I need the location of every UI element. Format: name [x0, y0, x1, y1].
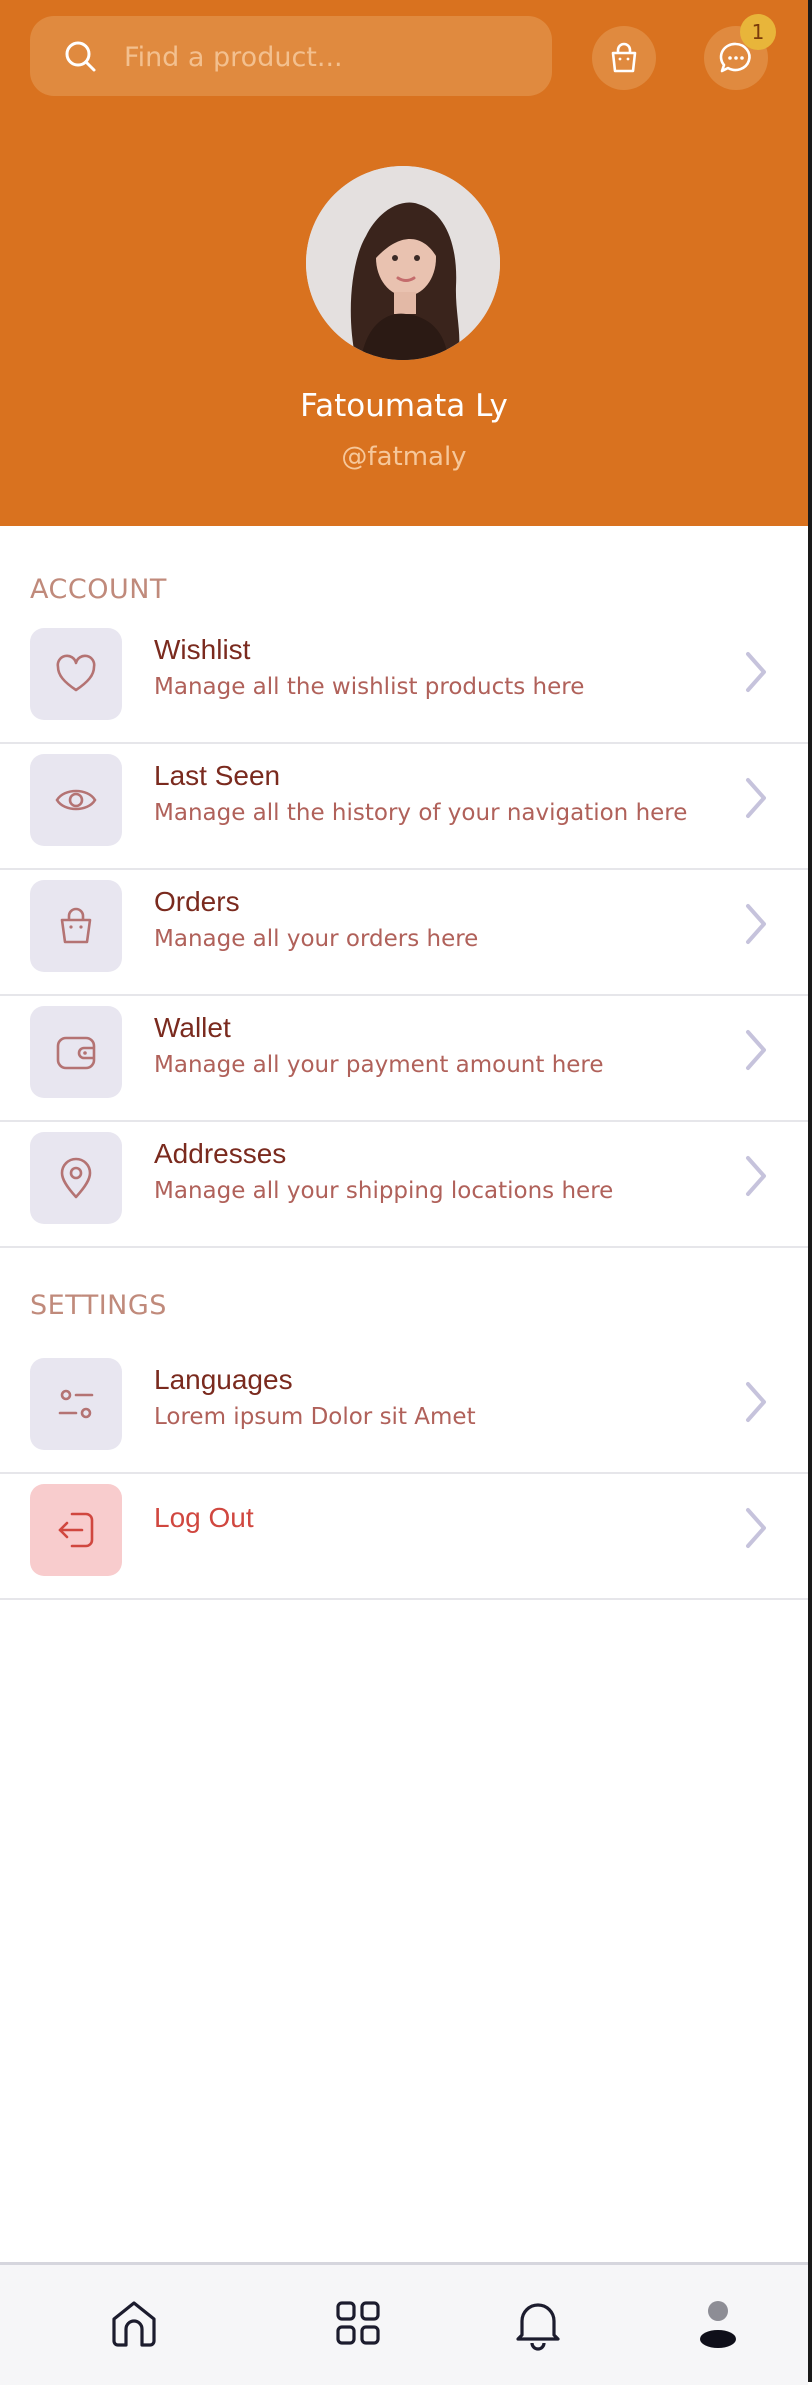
profile-icon	[700, 2301, 736, 2348]
chat-badge: 1	[740, 14, 776, 50]
icon-box	[30, 1132, 122, 1224]
menu-item-orders[interactable]: Orders Manage all your orders here	[0, 868, 808, 996]
menu-item-subtitle: Manage all the wishlist products here	[154, 674, 585, 700]
bell-icon	[516, 2303, 560, 2351]
sliders-icon	[58, 1389, 94, 1419]
menu-item-subtitle: Manage all your shipping locations here	[154, 1178, 614, 1204]
icon-box	[30, 754, 122, 846]
wallet-icon	[56, 1036, 96, 1070]
menu-item-wishlist[interactable]: Wishlist Manage all the wishlist product…	[0, 616, 808, 744]
icon-box	[30, 1484, 122, 1576]
heart-icon	[56, 654, 96, 692]
icon-box	[30, 628, 122, 720]
menu-item-title: Log Out	[154, 1502, 254, 1533]
icon-box	[30, 1358, 122, 1450]
menu-item-subtitle: Manage all your payment amount here	[154, 1052, 604, 1078]
menu-item-subtitle: Manage all your orders here	[154, 926, 479, 952]
search-input[interactable]	[122, 16, 526, 98]
settings-section-title: SETTINGS	[30, 1290, 167, 1321]
menu-item-title: Wallet	[154, 1012, 231, 1043]
menu-item-title: Languages	[154, 1364, 293, 1395]
grid-icon	[336, 2301, 380, 2345]
eye-icon	[55, 789, 97, 811]
menu-item-addresses[interactable]: Addresses Manage all your shipping locat…	[0, 1120, 808, 1248]
chevron-right-icon	[746, 778, 766, 818]
nav-profile[interactable]	[690, 2295, 746, 2351]
chevron-right-icon	[746, 652, 766, 692]
bottom-nav	[0, 2262, 808, 2385]
menu-item-title: Orders	[154, 886, 240, 917]
logout-icon	[58, 1512, 94, 1548]
avatar-photo	[306, 166, 500, 360]
chevron-right-icon	[746, 1382, 766, 1422]
shopping-bag-icon	[611, 42, 637, 73]
profile-header: 1 Fatoumata Ly @fatmaly	[0, 0, 808, 526]
menu-item-last-seen[interactable]: Last Seen Manage all the history of your…	[0, 742, 808, 870]
nav-notifications[interactable]	[510, 2295, 566, 2351]
location-pin-icon	[60, 1157, 92, 1199]
menu-item-wallet[interactable]: Wallet Manage all your payment amount he…	[0, 994, 808, 1122]
chevron-right-icon	[746, 1156, 766, 1196]
chevron-right-icon	[746, 1030, 766, 1070]
profile-name: Fatoumata Ly	[300, 388, 508, 424]
window-edge	[808, 0, 812, 2382]
menu-item-subtitle: Manage all the history of your navigatio…	[154, 800, 688, 826]
icon-box	[30, 1006, 122, 1098]
avatar[interactable]	[306, 166, 500, 360]
icon-box	[30, 880, 122, 972]
cart-button[interactable]	[592, 26, 656, 90]
menu-item-subtitle: Lorem ipsum Dolor sit Amet	[154, 1404, 476, 1430]
bag-icon	[60, 907, 92, 944]
account-section-title: ACCOUNT	[30, 574, 167, 605]
search-icon	[65, 41, 96, 72]
menu-item-title: Addresses	[154, 1138, 287, 1169]
chevron-right-icon	[746, 1508, 766, 1548]
menu-item-title: Wishlist	[154, 634, 251, 665]
menu-item-title: Last Seen	[154, 760, 281, 791]
search-bar[interactable]	[30, 16, 552, 98]
nav-categories[interactable]	[330, 2295, 386, 2351]
chevron-right-icon	[746, 904, 766, 944]
menu-item-logout[interactable]: Log Out	[0, 1472, 808, 1600]
nav-home[interactable]	[106, 2295, 162, 2351]
menu-item-languages[interactable]: Languages Lorem ipsum Dolor sit Amet	[0, 1346, 808, 1474]
home-icon	[112, 2301, 156, 2347]
profile-handle: @fatmaly	[341, 442, 467, 472]
